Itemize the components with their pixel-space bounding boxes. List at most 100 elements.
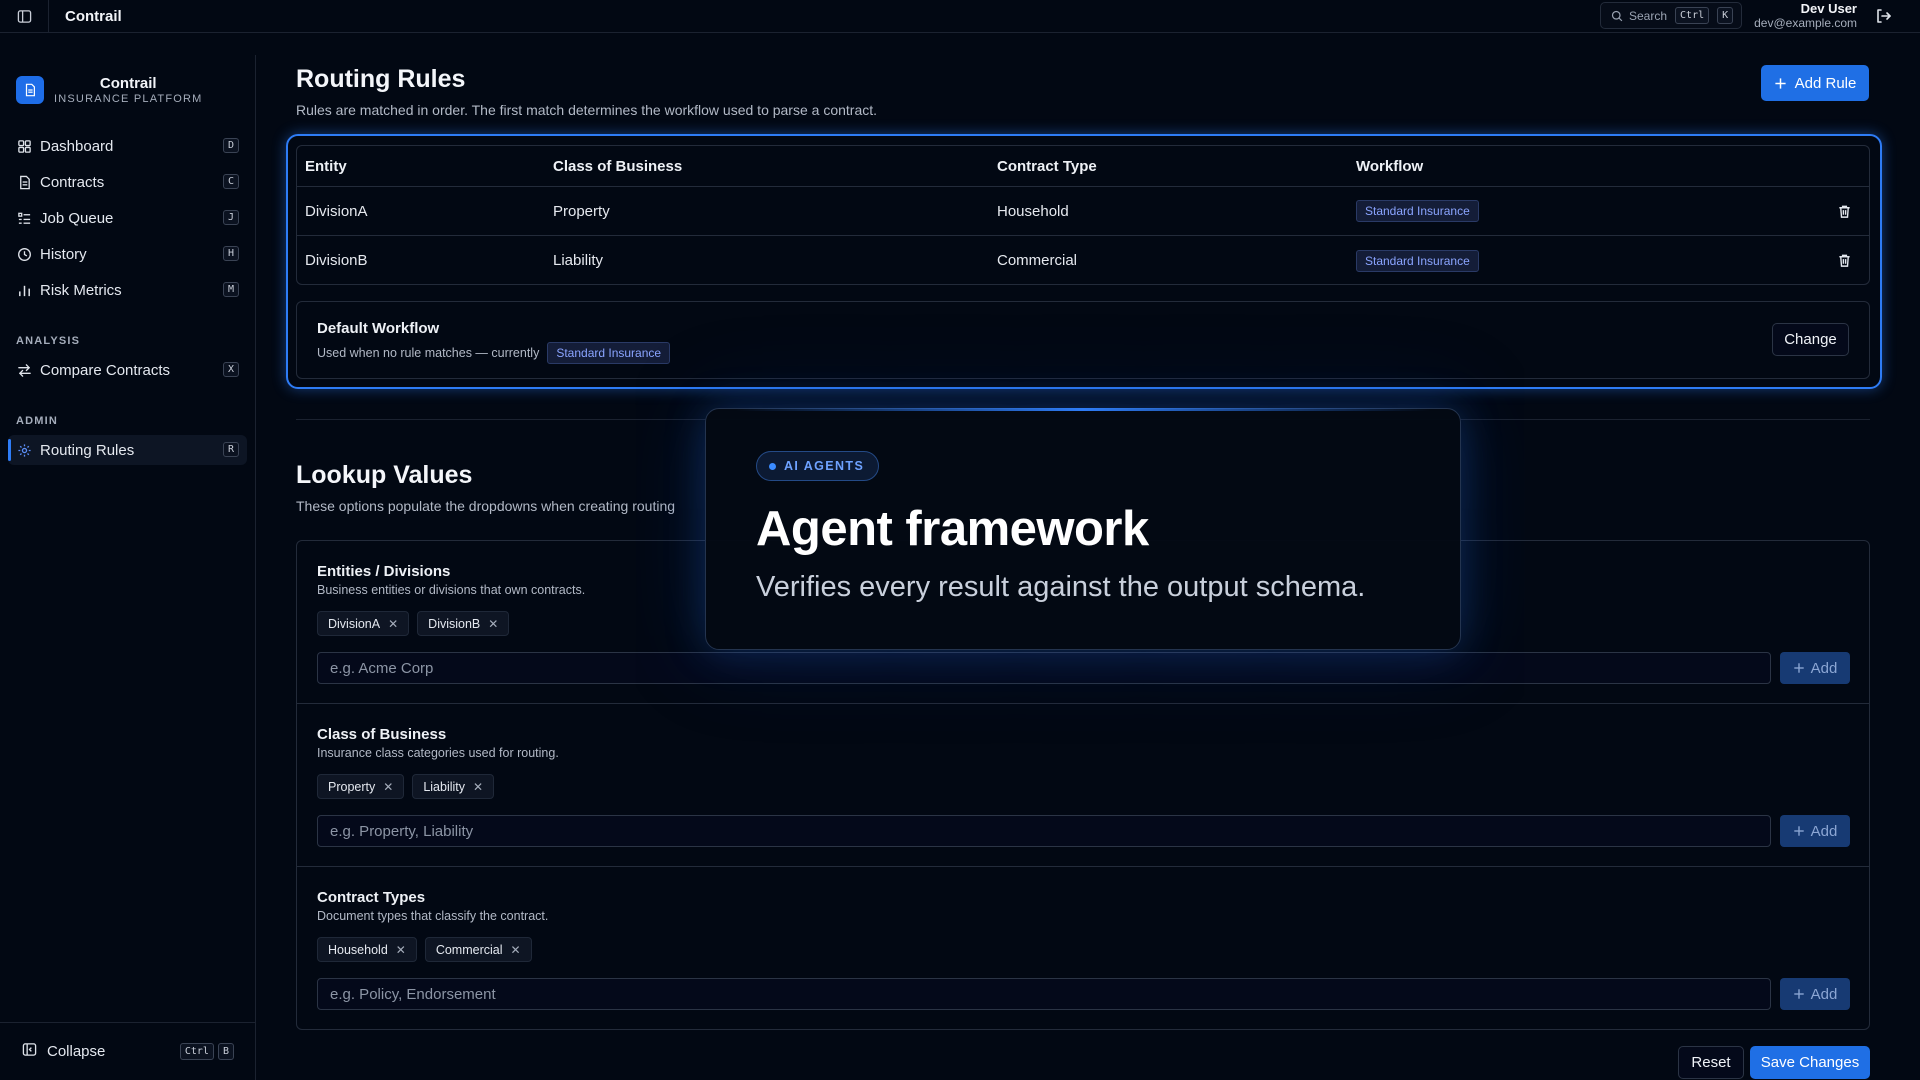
lookup-subtitle: These options populate the dropdowns whe… [296, 498, 676, 514]
sidebar-item-job-queue[interactable]: Job Queue J [8, 203, 247, 233]
admin-section: ADMIN Routing Rules R [0, 411, 255, 465]
sidebar-item-label: Job Queue [40, 209, 114, 227]
top-bar: Contrail Search Ctrl K Dev User dev@exam… [0, 0, 1920, 33]
sidebar-item-dashboard[interactable]: Dashboard D [8, 131, 247, 161]
entity-input[interactable]: e.g. Acme Corp [317, 652, 1771, 684]
compare-icon [16, 362, 32, 378]
change-workflow-button[interactable]: Change [1772, 323, 1849, 356]
lookup-title: Lookup Values [296, 461, 473, 489]
cell-type: Commercial [997, 252, 1078, 269]
overlay-text: Verifies every result against the output… [756, 571, 1366, 603]
collapse-icon [22, 1042, 37, 1061]
status-dot-icon [769, 462, 776, 470]
delete-rule-button[interactable] [1837, 187, 1852, 235]
risk-metrics-icon [16, 282, 32, 298]
column-header-class: Class of Business [553, 157, 683, 175]
lookup-section-title: Entities / Divisions [317, 563, 451, 580]
chip-label: DivisionA [328, 616, 381, 631]
sidebar-item-label: Dashboard [40, 137, 114, 155]
add-entity-button[interactable]: Add [1780, 652, 1850, 684]
shortcut-key: X [222, 362, 239, 377]
plus-icon [1793, 826, 1804, 836]
trash-icon [1839, 254, 1850, 267]
sidebar-item-history[interactable]: History H [8, 239, 247, 269]
lookup-chip: Household ✕ [317, 937, 417, 962]
contract-type-input[interactable]: e.g. Policy, Endorsement [317, 978, 1771, 1010]
sidebar-item-compare-contracts[interactable]: Compare Contracts X [8, 355, 247, 385]
remove-chip-icon[interactable]: ✕ [488, 617, 498, 631]
sidebar-item-contracts[interactable]: Contracts C [8, 167, 247, 197]
remove-chip-icon[interactable]: ✕ [388, 617, 398, 631]
add-rule-button[interactable]: Add Rule [1761, 65, 1869, 101]
sidebar-item-risk-metrics[interactable]: Risk Metrics M [8, 275, 247, 305]
table-row: DivisionB Liability Commercial Standard … [297, 236, 1869, 284]
lookup-chip: Commercial ✕ [424, 937, 532, 962]
remove-chip-icon[interactable]: ✕ [511, 943, 521, 957]
brand-subtitle: INSURANCE PLATFORM [54, 92, 203, 105]
cell-class: Liability [553, 252, 604, 269]
sidebar: Contrail INSURANCE PLATFORM Dashboard D … [0, 55, 256, 1080]
default-workflow-title: Default Workflow [317, 320, 440, 337]
cell-type: Household [997, 202, 1069, 220]
default-workflow-card: Default Workflow Used when no rule match… [296, 301, 1870, 379]
brand: Contrail INSURANCE PLATFORM [0, 55, 255, 107]
brand-name: Contrail [99, 74, 157, 92]
sidebar-item-label: History [40, 245, 87, 263]
delete-rule-button[interactable] [1837, 236, 1852, 284]
shortcut-key: M [222, 282, 239, 297]
add-rule-label: Add Rule [1794, 74, 1857, 92]
lookup-section-title: Contract Types [317, 889, 426, 906]
search-label: Search [1629, 8, 1668, 23]
plus-icon [1793, 663, 1804, 673]
collapse-shortcut-ctrl: Ctrl [179, 1043, 214, 1060]
logout-icon [1877, 9, 1891, 23]
user-info: Dev User dev@example.com [1754, 1, 1857, 31]
section-label-admin: ADMIN [16, 415, 59, 427]
lookup-chip: DivisionB ✕ [417, 611, 510, 636]
plus-icon [1793, 989, 1804, 999]
dashboard-icon [16, 138, 32, 154]
cell-entity: DivisionA [305, 202, 368, 220]
remove-chip-icon[interactable]: ✕ [383, 780, 393, 794]
lookup-chip: Property ✕ [317, 774, 405, 799]
save-changes-button[interactable]: Save Changes [1750, 1046, 1870, 1079]
add-class-button[interactable]: Add [1780, 815, 1850, 847]
lookup-chip: Liability ✕ [412, 774, 495, 799]
lookup-section-description: Document types that classify the contrac… [317, 909, 549, 923]
brand-logo-icon [16, 76, 44, 104]
user-email: dev@example.com [1754, 16, 1857, 30]
search-button[interactable]: Search Ctrl K [1600, 2, 1742, 29]
collapse-label: Collapse [47, 1043, 106, 1060]
shortcut-key: C [222, 174, 239, 189]
user-name: Dev User [1800, 1, 1857, 16]
gear-icon [16, 442, 32, 458]
lookup-section-description: Insurance class categories used for rout… [317, 746, 559, 760]
add-label: Add [1810, 659, 1838, 677]
job-queue-icon [16, 210, 32, 226]
reset-button[interactable]: Reset [1678, 1046, 1744, 1079]
main-nav: Dashboard D Contracts C Job Queue J Hist… [0, 131, 255, 305]
search-icon [1611, 10, 1623, 21]
chip-label: Household [328, 942, 388, 957]
contracts-icon [16, 174, 32, 190]
remove-chip-icon[interactable]: ✕ [396, 943, 406, 957]
add-contract-type-button[interactable]: Add [1780, 978, 1850, 1010]
default-workflow-description: Used when no rule matches — currently [317, 346, 540, 360]
table-row: DivisionA Property Household Standard In… [297, 187, 1869, 236]
default-workflow-badge: Standard Insurance [547, 342, 671, 364]
rules-table: Entity Class of Business Contract Type W… [296, 145, 1870, 285]
logout-button[interactable] [1874, 7, 1892, 28]
collapse-button[interactable]: Collapse Ctrl B [0, 1022, 255, 1080]
ai-agents-badge: AI AGENTS [756, 451, 880, 481]
class-input[interactable]: e.g. Property, Liability [317, 815, 1771, 847]
chip-label: Commercial [435, 942, 503, 957]
lookup-section-contract-types: Contract Types Document types that class… [297, 867, 1869, 1030]
sidebar-toggle-button[interactable] [0, 0, 49, 33]
sidebar-toggle-icon [17, 9, 31, 23]
lookup-section-description: Business entities or divisions that own … [317, 583, 586, 597]
remove-chip-icon[interactable]: ✕ [473, 780, 483, 794]
lookup-chip: DivisionA ✕ [317, 611, 410, 636]
sidebar-item-routing-rules[interactable]: Routing Rules R [8, 435, 247, 465]
agent-framework-overlay: AI AGENTS Agent framework Verifies every… [705, 408, 1461, 650]
page-subtitle: Rules are matched in order. The first ma… [296, 102, 878, 118]
